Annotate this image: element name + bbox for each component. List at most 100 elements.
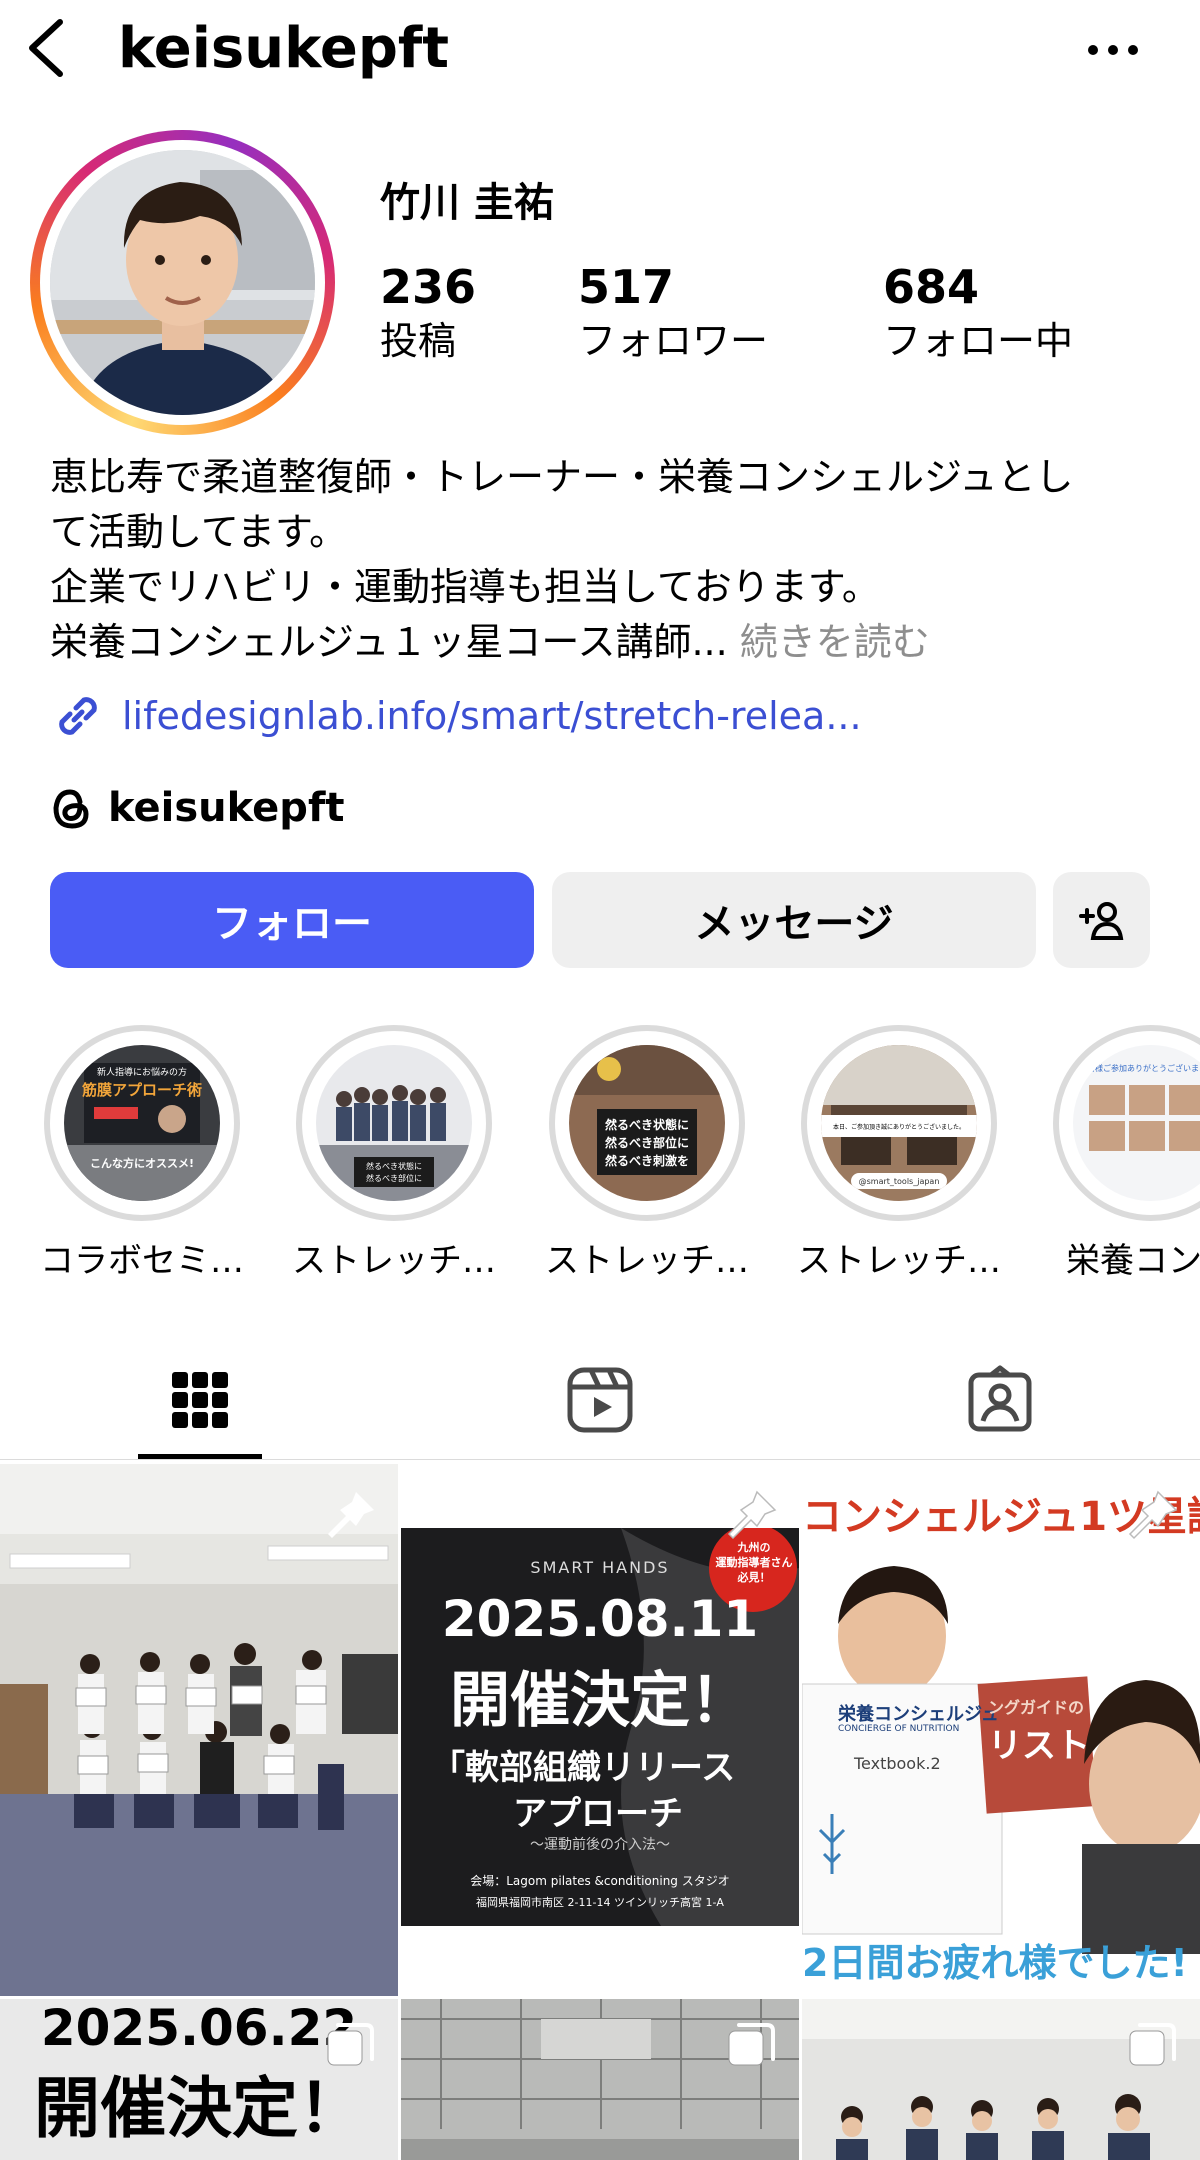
- tagged-user-icon: [968, 1365, 1032, 1432]
- highlight-text: 皆様ご参加ありがとうございました: [1087, 1063, 1200, 1073]
- post-tile[interactable]: [401, 1999, 799, 2160]
- highlight-text: 新人指導にお悩みの方: [97, 1066, 187, 1078]
- avatar-photo: [50, 150, 315, 415]
- book-number: Textbook.2: [854, 1754, 941, 1773]
- tab-tagged[interactable]: [800, 1340, 1200, 1460]
- stat-count: 517: [578, 260, 675, 314]
- profile-full-name: 竹川 圭祐: [380, 180, 554, 226]
- highlight-item[interactable]: 本日、ご参加頂き誠にありがとうございました。 @smart_tools_japa…: [797, 1025, 1001, 1282]
- avatar: [40, 140, 325, 425]
- highlight-text: 然るべき部位に: [605, 1135, 689, 1150]
- badge-line: 必見！: [737, 1571, 771, 1584]
- highlight-ring: 皆様ご参加ありがとうございました: [1053, 1025, 1200, 1221]
- book2-title: ングガイドの: [988, 1698, 1085, 1717]
- highlight-text: 然るべき状態に: [366, 1161, 422, 1171]
- highlight-item[interactable]: 皆様ご参加ありがとうございました 栄養コンシ: [1051, 1025, 1200, 1282]
- profile-link-text[interactable]: lifedesignlab.info/smart/stretch-relea..…: [122, 694, 862, 738]
- active-tab-indicator: [138, 1454, 262, 1459]
- bio-line: て活動してます。: [50, 510, 348, 554]
- highlight-label: ストレッチ…: [292, 1241, 496, 1281]
- suggest-users-button[interactable]: [1053, 872, 1150, 968]
- highlight-text: @smart_tools_japan: [859, 1177, 940, 1186]
- post-tile[interactable]: 2025.06.22 開催決定！: [0, 1999, 398, 2160]
- follow-button[interactable]: フォロー: [50, 872, 534, 968]
- read-more-link[interactable]: 続きを読む: [740, 620, 930, 664]
- bio-line: 恵比寿で柔道整復師・トレーナー・栄養コンシェルジュとし: [50, 455, 1074, 499]
- posts-grid: SMART HANDS 九州の 運動指導者さん 必見！ 2025.08.11 開…: [0, 1464, 1200, 2160]
- highlight-text: 然るべき部位に: [366, 1173, 422, 1183]
- bio-line-last: 栄養コンシェルジュ１ッ星コース講師... 続きを読む: [50, 615, 1160, 670]
- chevron-left-icon[interactable]: [22, 16, 72, 80]
- more-horizontal-icon[interactable]: [1085, 38, 1141, 62]
- tab-reels[interactable]: [400, 1340, 800, 1460]
- highlight-cover: 皆様ご参加ありがとうございました: [1073, 1045, 1200, 1201]
- event-poster: SMART HANDS 九州の 運動指導者さん 必見！ 2025.08.11 開…: [401, 1528, 799, 1926]
- stat-count: 236: [380, 260, 477, 314]
- stat-label: フォロワー: [578, 319, 769, 363]
- avatar-story-ring[interactable]: [30, 130, 335, 435]
- highlight-text: 筋膜アプローチ術: [81, 1081, 202, 1099]
- highlight-item[interactable]: 然るべき状態に 然るべき部位に ストレッチ…: [292, 1025, 496, 1282]
- poster-date: 2025.08.11: [441, 1590, 759, 1648]
- post-tile[interactable]: [0, 1464, 398, 1996]
- book-subtitle: CONCIERGE OF NUTRITION: [838, 1724, 960, 1734]
- highlight-text: 本日、ご参加頂き誠にありがとうございました。: [833, 1123, 965, 1131]
- stat-label: 投稿: [380, 319, 457, 363]
- add-user-icon: [1078, 902, 1123, 940]
- carousel-icon: [1129, 2023, 1176, 2066]
- threads-handle: keisukepft: [108, 785, 345, 831]
- threads-icon: [53, 789, 89, 829]
- highlight-ring: 然るべき状態に 然るべき部位に: [296, 1025, 492, 1221]
- poster-address: 福岡県福岡市南区 2-11-14 ツインリッチ高宮 1-A: [476, 1896, 724, 1909]
- profile-link[interactable]: lifedesignlab.info/smart/stretch-relea..…: [50, 688, 862, 744]
- grid-icon: [172, 1372, 228, 1428]
- profile-tabs: [0, 1340, 1200, 1460]
- highlight-text: 然るべき状態に: [605, 1117, 689, 1132]
- followers-count-stat[interactable]: 517 フォロワー: [578, 258, 768, 366]
- bio-line: 企業でリハビリ・運動指導も担当しております。: [50, 565, 880, 609]
- highlight-ring: 新人指導にお悩みの方 筋膜アプローチ術 こんな方にオススメ!: [44, 1025, 240, 1221]
- highlight-item[interactable]: 然るべき状態に 然るべき部位に 然るべき刺激を ストレッチ…: [545, 1025, 749, 1282]
- highlight-label: 栄養コンシ: [1066, 1241, 1200, 1281]
- book-title: 栄養コンシェルジュ: [838, 1704, 999, 1725]
- carousel-icon: [728, 2023, 775, 2066]
- header-username: keisukepft: [118, 16, 450, 81]
- poster-title-line2: アプローチ: [513, 1794, 683, 1834]
- highlight-label: ストレッチ…: [545, 1241, 749, 1281]
- threads-badge[interactable]: keisukepft: [50, 780, 344, 836]
- highlight-text: 然るべき刺激を: [605, 1153, 689, 1168]
- carousel-icon: [327, 2023, 374, 2066]
- book2-main: リスト: [988, 1726, 1090, 1766]
- reels-icon: [567, 1367, 633, 1433]
- pin-icon: [1128, 1490, 1178, 1540]
- tab-grid[interactable]: [0, 1340, 400, 1460]
- highlight-cover: 本日、ご参加頂き誠にありがとうございました。 @smart_tools_japa…: [821, 1045, 977, 1201]
- post-tile[interactable]: SMART HANDS 九州の 運動指導者さん 必見！ 2025.08.11 開…: [401, 1464, 799, 1996]
- stat-label: フォロー中: [883, 319, 1074, 363]
- bio-line-text: 栄養コンシェルジュ１ッ星コース講師...: [50, 620, 728, 664]
- highlight-ring: 然るべき状態に 然るべき部位に 然るべき刺激を: [549, 1025, 745, 1221]
- highlight-item[interactable]: 新人指導にお悩みの方 筋膜アプローチ術 こんな方にオススメ! コラボセミ…: [40, 1025, 244, 1282]
- poster-badge: 九州の 運動指導者さん 必見！: [713, 1540, 795, 1585]
- posts-count-stat[interactable]: 236 投稿: [380, 258, 476, 366]
- highlight-label: コラボセミ…: [40, 1241, 244, 1281]
- profile-header: keisukepft: [0, 0, 1200, 100]
- pin-icon: [328, 1492, 374, 1538]
- badge-line: 運動指導者さん: [715, 1556, 793, 1569]
- post-tile[interactable]: [802, 1999, 1200, 2160]
- link-icon: [59, 697, 97, 735]
- post-bottom-text: 2日間お疲れ様でした!: [802, 1941, 1188, 1985]
- post-tile[interactable]: コンシェルジュ1ツ星講 栄養コンシェルジュ CONCIERGE OF NUTRI…: [802, 1464, 1200, 1996]
- profile-bio: 恵比寿で柔道整復師・トレーナー・栄養コンシェルジュとし て活動してます。 企業で…: [50, 450, 1160, 670]
- message-button[interactable]: メッセージ: [552, 872, 1036, 968]
- highlight-label: ストレッチ…: [797, 1241, 1001, 1281]
- pin-icon: [727, 1490, 777, 1540]
- poster-venue: 会場：Lagom pilates &conditioning スタジオ: [470, 1874, 730, 1888]
- following-count-stat[interactable]: 684 フォロー中: [883, 258, 1073, 366]
- highlight-ring: 本日、ご参加頂き誠にありがとうございました。 @smart_tools_japa…: [801, 1025, 997, 1221]
- poster-subtitle: ～運動前後の介入法～: [530, 1837, 670, 1853]
- highlight-cover: 新人指導にお悩みの方 筋膜アプローチ術 こんな方にオススメ!: [64, 1045, 220, 1201]
- highlight-text: こんな方にオススメ!: [90, 1156, 194, 1170]
- stat-count: 684: [883, 260, 980, 314]
- poster-title-line1: 「軟部組織リリース: [431, 1748, 736, 1788]
